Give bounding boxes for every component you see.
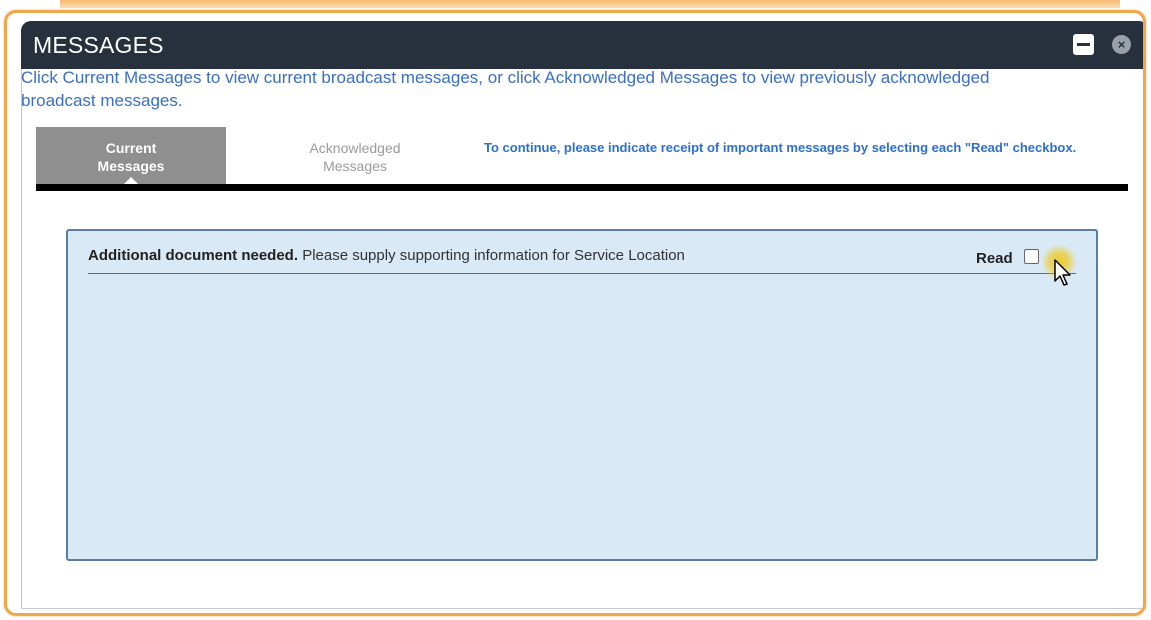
- message-item: Additional document needed. Please suppl…: [88, 247, 1076, 274]
- intro-text: Click Current Messages to view current b…: [21, 68, 990, 110]
- minimize-icon[interactable]: [1073, 34, 1094, 55]
- selected-tab-indicator: [124, 177, 138, 184]
- background-window-edge: [60, 0, 1120, 8]
- tab-label-line2: Messages: [323, 158, 387, 174]
- dialog-title: MESSAGES: [33, 32, 164, 58]
- read-checkbox[interactable]: [1024, 249, 1039, 264]
- message-body: Please supply supporting information for…: [302, 247, 685, 264]
- tab-divider: [36, 184, 1128, 191]
- read-instruction: To continue, please indicate receipt of …: [484, 140, 1077, 155]
- dialog-title-bar: MESSAGES ×: [21, 21, 1143, 69]
- tab-current-messages[interactable]: Current Messages: [36, 127, 226, 184]
- read-label: Read: [976, 250, 1013, 267]
- mouse-cursor-icon: [1054, 259, 1071, 286]
- tab-label-line1: Acknowledged: [309, 140, 401, 156]
- tab-label-line1: Current: [105, 140, 157, 156]
- message-title: Additional document needed.: [88, 247, 299, 264]
- tab-label-line2: Messages: [97, 158, 165, 174]
- message-panel: [66, 229, 1098, 561]
- close-icon[interactable]: ×: [1112, 35, 1131, 54]
- tab-acknowledged-messages[interactable]: Acknowledged Messages: [260, 127, 450, 184]
